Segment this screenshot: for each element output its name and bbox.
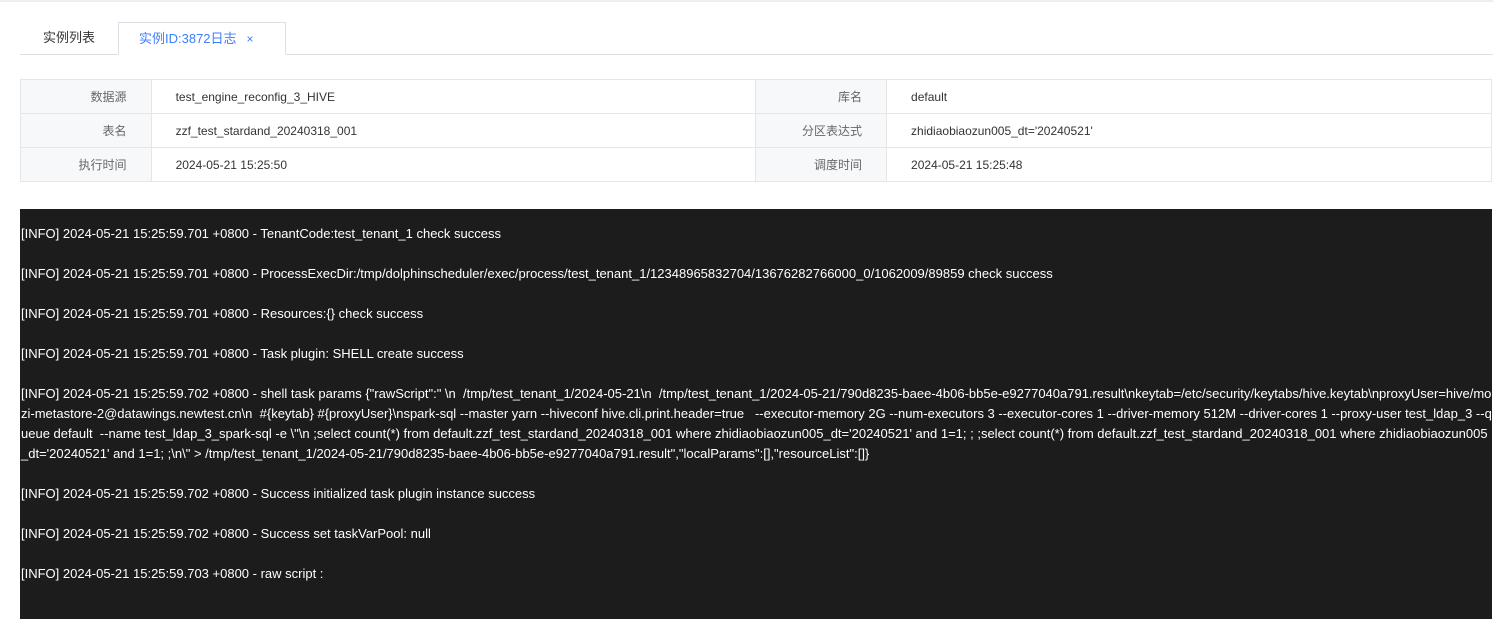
log-page: 实例列表 实例ID:3872日志 × 数据源 test_engine_reconf… [0, 0, 1493, 619]
log-line: [INFO] 2024-05-21 15:25:59.701 +0800 - T… [21, 346, 464, 361]
exec-time-value: 2024-05-21 15:25:50 [150, 147, 757, 182]
info-row: 数据源 test_engine_reconfig_3_HIVE 库名 defau… [20, 79, 1492, 114]
log-line: [INFO] 2024-05-21 15:25:59.701 +0800 - P… [21, 266, 1053, 281]
log-line: [INFO] 2024-05-21 15:25:59.702 +0800 - s… [21, 386, 1492, 461]
partition-value: zhidiaobiaozun005_dt='20240521' [886, 113, 1492, 148]
tab-instance-log-label: 实例ID:3872日志 [139, 31, 237, 46]
partition-label: 分区表达式 [755, 113, 888, 148]
log-line: [INFO] 2024-05-21 15:25:59.701 +0800 - R… [21, 306, 424, 321]
log-line: [INFO] 2024-05-21 15:25:59.701 +0800 - T… [21, 226, 501, 241]
datasource-value: test_engine_reconfig_3_HIVE [150, 79, 757, 114]
database-value: default [886, 79, 1492, 114]
tab-instance-log[interactable]: 实例ID:3872日志 × [118, 22, 286, 55]
table-name-value: zzf_test_stardand_20240318_001 [150, 113, 757, 148]
exec-time-label: 执行时间 [20, 147, 152, 182]
database-label: 库名 [755, 79, 888, 114]
log-line: [INFO] 2024-05-21 15:25:59.703 +0800 - r… [21, 566, 324, 581]
close-icon[interactable]: × [247, 23, 254, 55]
schedule-time-value: 2024-05-21 15:25:48 [886, 147, 1492, 182]
log-panel[interactable]: [INFO] 2024-05-21 15:25:59.701 +0800 - T… [20, 209, 1492, 619]
tab-instance-list[interactable]: 实例列表 [20, 22, 118, 54]
table-name-label: 表名 [20, 113, 152, 148]
info-row: 表名 zzf_test_stardand_20240318_001 分区表达式 … [20, 113, 1492, 148]
tab-instance-list-label: 实例列表 [42, 30, 95, 45]
schedule-time-label: 调度时间 [755, 147, 888, 182]
info-row: 执行时间 2024-05-21 15:25:50 调度时间 2024-05-21… [20, 147, 1492, 182]
tab-bar: 实例列表 实例ID:3872日志 × [20, 22, 1493, 55]
instance-info-table: 数据源 test_engine_reconfig_3_HIVE 库名 defau… [20, 79, 1492, 182]
datasource-label: 数据源 [20, 79, 152, 114]
log-line: [INFO] 2024-05-21 15:25:59.702 +0800 - S… [21, 486, 536, 501]
log-line: [INFO] 2024-05-21 15:25:59.702 +0800 - S… [21, 526, 431, 541]
